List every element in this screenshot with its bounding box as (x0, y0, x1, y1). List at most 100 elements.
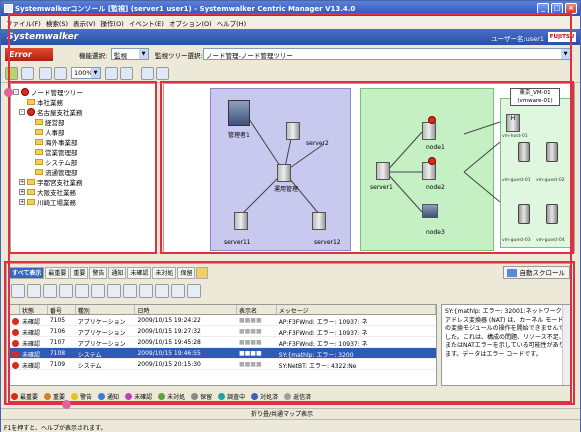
chevron-down-icon: ▼ (139, 49, 148, 59)
menu-operation[interactable]: 操作(O) (101, 18, 124, 29)
zoom-select[interactable]: 100% ▼ (71, 67, 101, 79)
table-row-selected[interactable]: 未確認 7108 システム 2009/10/15 19:46:55 ■■■■ S… (10, 348, 436, 359)
admin-avatar[interactable] (228, 100, 250, 126)
table-row[interactable]: 未確認 7109 システム 2009/10/15 20:15:30 ■■■■ S… (10, 359, 436, 370)
col-name[interactable]: 表示名 (237, 305, 277, 314)
menu-search[interactable]: 検索(S) (46, 18, 68, 29)
menu-view[interactable]: 表示(V) (73, 18, 96, 29)
title-bar: Systemwalkerコンソール [監視] (server1 user1) -… (1, 1, 580, 16)
table-row[interactable]: 未確認 7107 アプリケーション 2009/10/15 19:45:28 ■■… (10, 337, 436, 348)
tree-item[interactable]: + 宇都宮支社業務 (19, 177, 83, 187)
expand-icon[interactable]: + (19, 189, 25, 195)
handle-icon[interactable] (27, 284, 41, 298)
tab-unconfirmed[interactable]: 未確認 (127, 267, 152, 279)
tree-item[interactable]: - 名古屋支社業務 (19, 107, 83, 117)
tree-item[interactable]: 流通管理部 (35, 167, 78, 177)
memo-icon[interactable] (59, 284, 73, 298)
tab-hold[interactable]: 保留 (177, 267, 196, 279)
tab-add-icon[interactable] (196, 267, 209, 279)
vm-host-icon[interactable]: H (506, 114, 520, 132)
zoom-in-icon[interactable] (105, 67, 118, 80)
mode-select-value: 監視 (114, 52, 127, 60)
server-icon[interactable] (312, 212, 326, 230)
notice-icon (98, 392, 106, 400)
detail-icon[interactable] (155, 284, 169, 298)
col-number[interactable]: 番号 (48, 305, 76, 314)
tree-item[interactable]: 海外事業部 (35, 137, 78, 147)
tree-item[interactable]: システム部 (35, 157, 77, 167)
collapse-icon[interactable]: - (13, 89, 19, 95)
folder-icon (27, 99, 35, 105)
tree-item-root[interactable]: - ノード管理ツリー (13, 87, 83, 97)
vm-guest-icon[interactable] (546, 204, 558, 224)
col-message[interactable]: メッセージ (277, 305, 436, 314)
expand-icon[interactable]: + (19, 179, 25, 185)
tree-item[interactable]: + 川崎工場業務 (19, 197, 76, 207)
node-icon[interactable] (141, 67, 154, 80)
tab-critical[interactable]: 最重要 (45, 267, 70, 279)
tree-item[interactable]: 営業管理部 (35, 147, 78, 157)
col-state[interactable]: 状態 (20, 305, 48, 314)
tab-major[interactable]: 重要 (70, 267, 89, 279)
map-node-label: server2 (306, 140, 329, 147)
status-badge[interactable]: Error (5, 48, 53, 61)
tab-unhandled[interactable]: 未対処 (152, 267, 177, 279)
tree-item[interactable]: 本社業務 (27, 97, 63, 107)
expand-icon[interactable]: + (19, 199, 25, 205)
search-icon[interactable] (156, 67, 169, 80)
close-button[interactable]: × (565, 3, 577, 14)
menu-file[interactable]: ファイル(F) (6, 18, 41, 29)
map-view-icon[interactable] (39, 67, 52, 80)
settings-icon[interactable] (187, 284, 201, 298)
unhandled-icon (158, 392, 166, 400)
tab-notice[interactable]: 通知 (108, 267, 127, 279)
col-severity[interactable] (10, 305, 20, 314)
server-icon[interactable] (376, 162, 390, 180)
print-icon[interactable] (107, 284, 121, 298)
mode-select[interactable]: 監視 ▼ (111, 48, 149, 60)
server-icon[interactable] (422, 122, 436, 140)
server-icon[interactable] (277, 164, 291, 182)
forward-icon[interactable] (43, 284, 57, 298)
laptop-icon[interactable] (422, 204, 438, 218)
tools-icon[interactable] (21, 67, 34, 80)
server-icon[interactable] (234, 212, 248, 230)
tree-item[interactable]: 経営部 (35, 117, 65, 127)
col-kind[interactable]: 種別 (76, 305, 136, 314)
collapse-icon[interactable]: - (19, 109, 25, 115)
vm-guest-icon[interactable] (546, 142, 558, 162)
col-date[interactable]: 日時 (135, 305, 237, 314)
tab-warning[interactable]: 警告 (89, 267, 108, 279)
tab-all[interactable]: すべて表示 (9, 267, 45, 279)
confirm-icon[interactable] (11, 284, 25, 298)
table-row[interactable]: 未確認 7105 アプリケーション 2009/10/15 19:24:22 ■■… (10, 315, 436, 326)
server-icon[interactable] (422, 162, 436, 180)
maximize-button[interactable]: □ (551, 3, 563, 14)
refresh-icon[interactable] (5, 67, 18, 80)
tree-item[interactable]: + 大阪支社業務 (19, 187, 76, 197)
legend-item: 保留 (191, 392, 212, 401)
move-icon[interactable] (120, 67, 133, 80)
save-icon[interactable] (75, 284, 89, 298)
copy-icon[interactable] (91, 284, 105, 298)
vm-guest-icon[interactable] (518, 204, 530, 224)
delete-icon[interactable] (139, 284, 153, 298)
menu-help[interactable]: ヘルプ(H) (217, 18, 246, 29)
detail-scrollbar[interactable] (562, 305, 571, 385)
vm-host-label-text: 東京_VM-01 (vmware-01) (517, 90, 553, 104)
tree-item[interactable]: 人事部 (35, 127, 65, 137)
vm-guest-icon[interactable] (518, 142, 530, 162)
menu-event[interactable]: イベント(E) (129, 18, 164, 29)
tree-select[interactable]: ノード管理-ノード管理ツリー ▼ (203, 48, 571, 60)
unconfirmed-icon (125, 392, 133, 400)
autoscroll-toggle[interactable]: 自動スクロール (502, 266, 570, 279)
minimize-button[interactable]: _ (537, 3, 549, 14)
legend-label: 保留 (200, 393, 213, 401)
filter-icon[interactable] (123, 284, 137, 298)
cell-number: 7106 (49, 328, 66, 335)
column-icon[interactable] (171, 284, 185, 298)
list-view-icon[interactable] (54, 67, 67, 80)
menu-options[interactable]: オプション(O) (169, 18, 212, 29)
server-icon[interactable] (286, 122, 300, 140)
table-row[interactable]: 未確認 7106 アプリケーション 2009/10/15 19:27:32 ■■… (10, 326, 436, 337)
